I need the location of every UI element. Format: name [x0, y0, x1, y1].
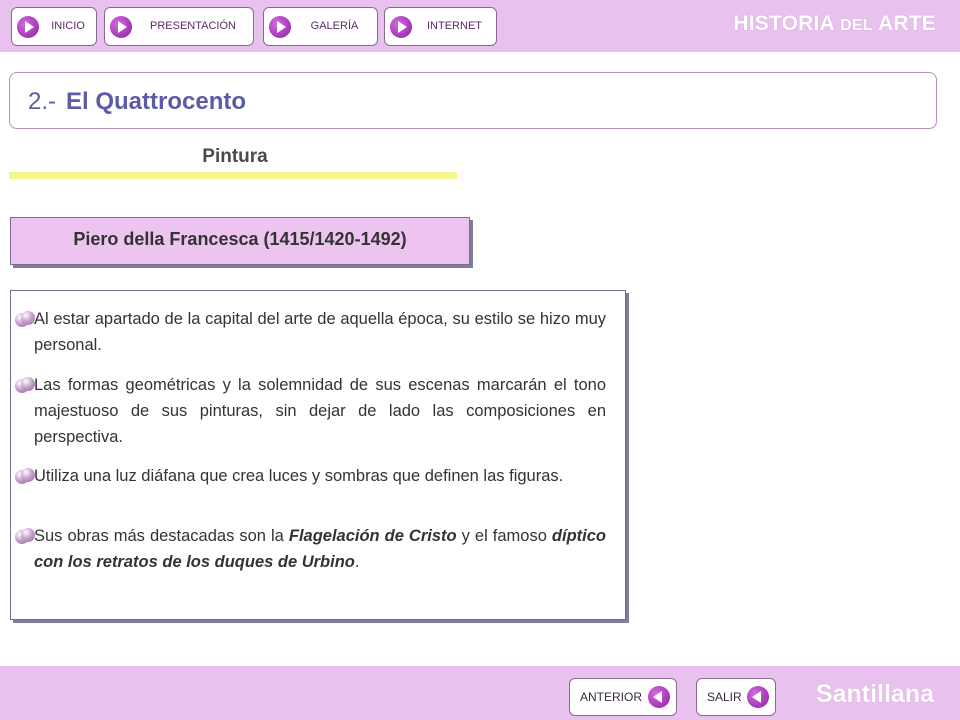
- subsection-underline: [9, 172, 457, 179]
- brand-title: HISTORIA DEL ARTE: [733, 12, 936, 36]
- nav-presentacion-button[interactable]: PRESENTACIÓN: [104, 7, 254, 46]
- section-title: El Quattrocento: [66, 88, 247, 115]
- artist-name: Piero della Francesca (1415/1420-1492): [73, 229, 407, 249]
- brand-title-part1: HISTORIA: [733, 12, 841, 35]
- back-arrow-icon: [747, 686, 769, 708]
- bullet-text-1: Al estar apartado de la capital del arte…: [34, 310, 606, 354]
- section-number: 2.-: [28, 88, 57, 115]
- bullet-icon: [15, 311, 35, 327]
- bullet-text-4e: .: [354, 553, 360, 571]
- bullet-text-4c: y el famoso: [456, 527, 552, 545]
- nav-presentacion-label: PRESENTACIÓN: [150, 20, 236, 32]
- back-arrow-icon: [648, 686, 670, 708]
- salir-button[interactable]: SALIR: [696, 678, 776, 716]
- brand-title-part2: DEL: [840, 17, 873, 34]
- bullet-text-3: Utiliza una luz diáfana que crea luces y…: [34, 467, 564, 485]
- artist-box: Piero della Francesca (1415/1420-1492): [10, 217, 470, 265]
- anterior-label: ANTERIOR: [580, 690, 643, 704]
- bullet-text-4a: Sus obras más destacadas son la: [34, 527, 289, 545]
- play-icon: [17, 16, 39, 38]
- nav-internet-label: INTERNET: [427, 20, 482, 32]
- bullet-text-4: Sus obras más destacadas son la Flagelac…: [34, 523, 606, 575]
- play-icon: [390, 16, 412, 38]
- nav-inicio-button[interactable]: INICIO: [11, 7, 97, 46]
- nav-inicio-label: INICIO: [51, 20, 85, 32]
- bullet-icon: [15, 377, 35, 393]
- play-icon: [269, 16, 291, 38]
- work-flagelacion: Flagelación de Cristo: [288, 527, 457, 545]
- section-header: 2.- El Quattrocento: [9, 72, 937, 129]
- bullet-text-2: Las formas geométricas y la solemnidad d…: [34, 376, 606, 446]
- subsection-title: Pintura: [202, 146, 268, 167]
- play-icon: [110, 16, 132, 38]
- nav-galeria-label: GALERÍA: [310, 20, 359, 32]
- bullet-icon: [15, 468, 35, 484]
- brand-footer: Santillana: [815, 680, 934, 708]
- nav-galeria-button[interactable]: GALERÍA: [263, 7, 378, 46]
- bullet-icon: [15, 528, 35, 544]
- salir-label: SALIR: [707, 690, 742, 704]
- content-card: Al estar apartado de la capital del arte…: [10, 290, 626, 620]
- nav-internet-button[interactable]: INTERNET: [384, 7, 497, 46]
- brand-title-part3: ARTE: [872, 12, 936, 35]
- anterior-button[interactable]: ANTERIOR: [569, 678, 677, 716]
